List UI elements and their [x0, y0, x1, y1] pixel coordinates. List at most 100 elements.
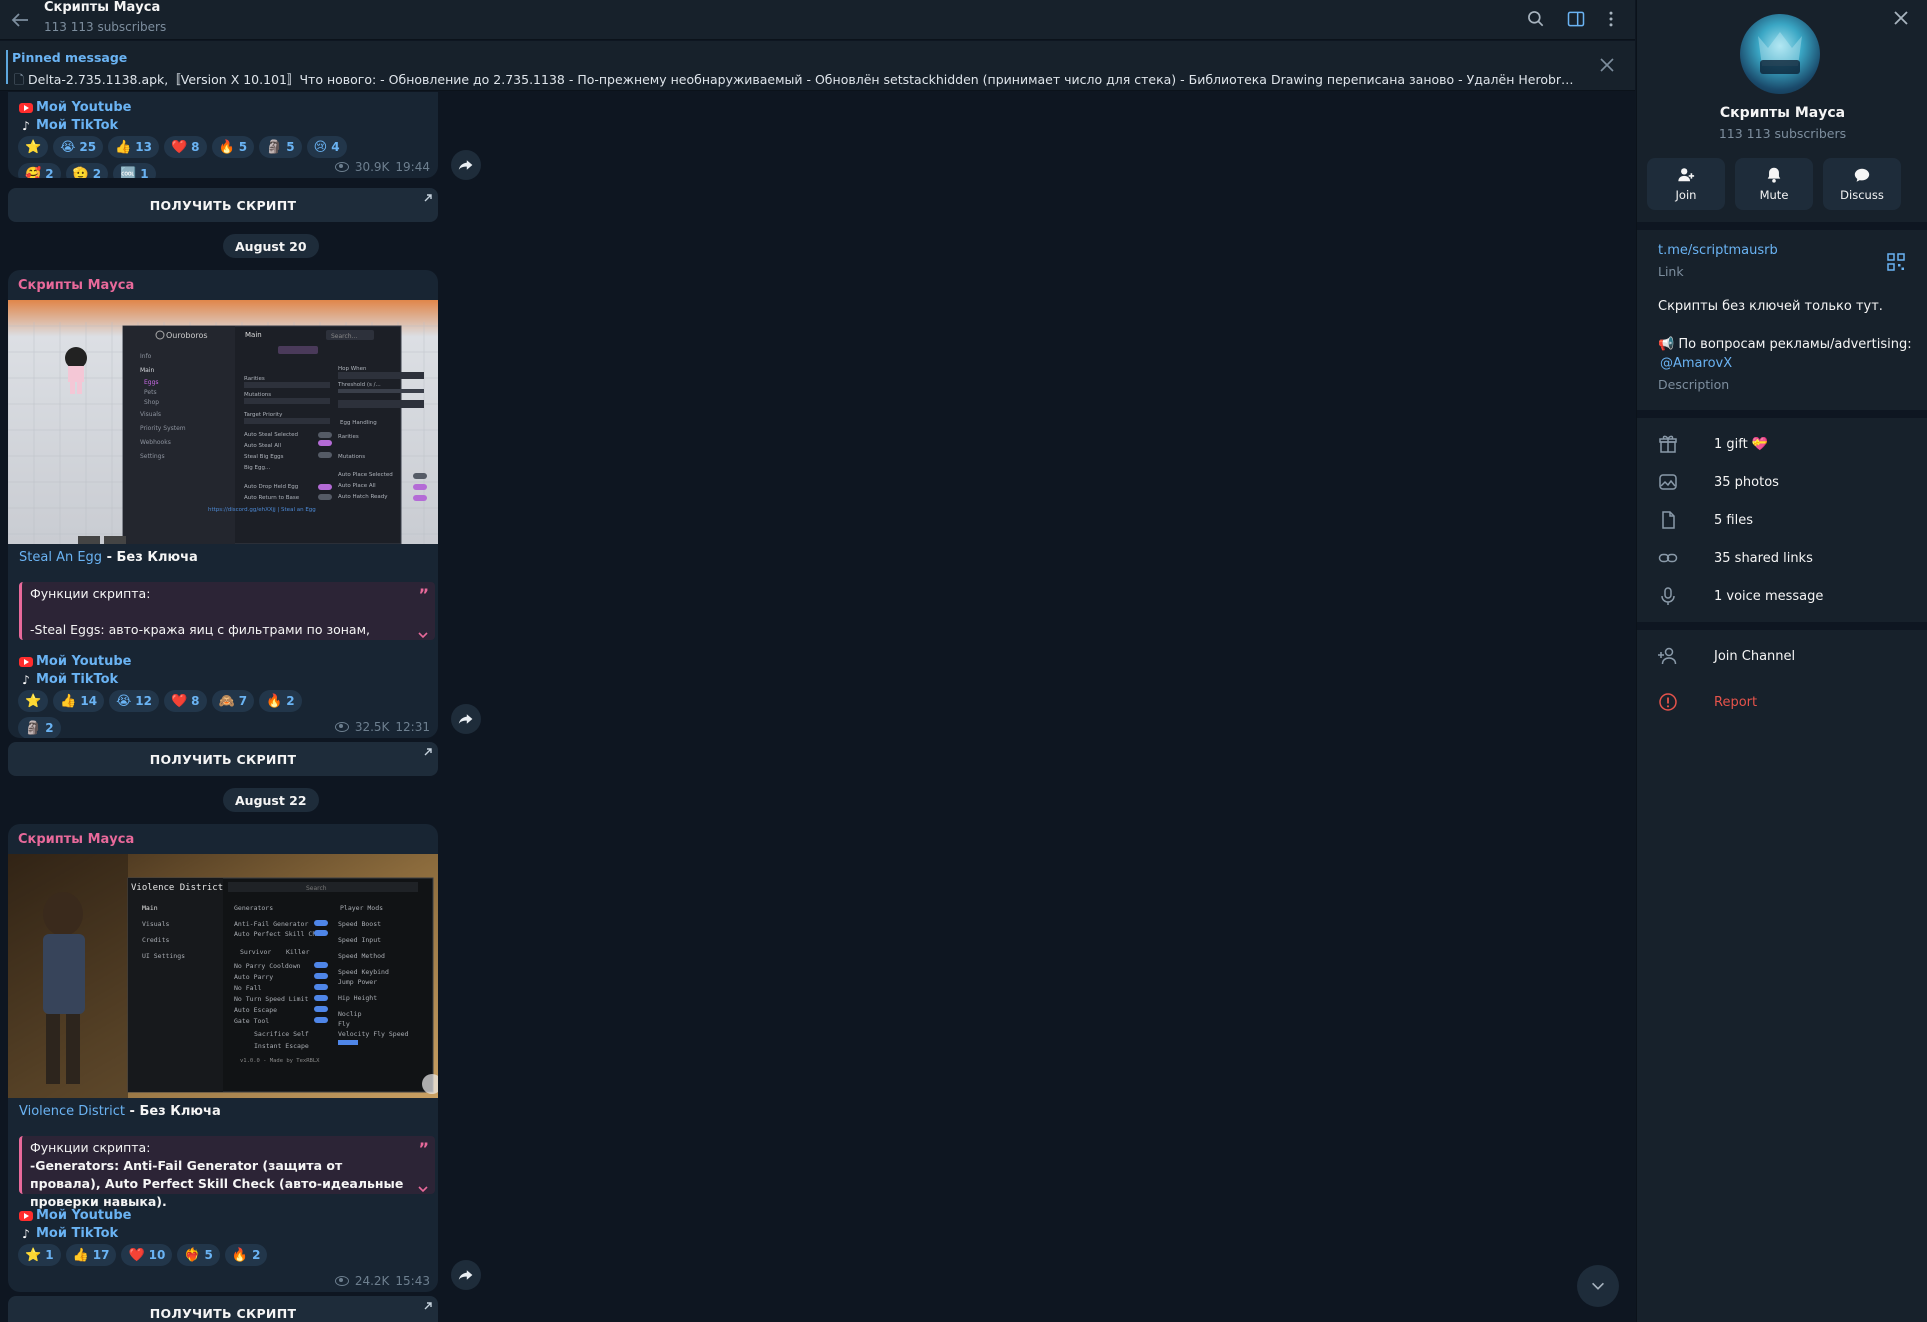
- report-label: Report: [1714, 694, 1758, 710]
- chat-feed[interactable]: Мой Youtube ♪ Мой TikTok ⭐ 😭 25 👍 13 ❤️ 8 🔥 5 🗿 5 😢…: [0, 92, 1635, 1322]
- pinned-message-bar[interactable]: Pinned message 🗋 Delta-2.735.1138.apk,〚V…: [0, 41, 1635, 91]
- reaction-pill[interactable]: 😢 4: [306, 136, 347, 158]
- shared-links-label: 35 shared links: [1714, 550, 1813, 566]
- channel-title[interactable]: Скрипты Мауса: [44, 0, 160, 15]
- reaction-count: 25: [79, 140, 97, 154]
- get-script-button[interactable]: ПОЛУЧИТЬ СКРИПТ: [8, 1296, 438, 1322]
- youtube-link[interactable]: Мой Youtube: [19, 1208, 132, 1223]
- svg-text:Auto Perfect Skill Ch: Auto Perfect Skill Ch: [234, 930, 316, 938]
- svg-text:Speed Input: Speed Input: [338, 936, 381, 944]
- panel-subscribers: 113 113 subscribers: [1718, 126, 1847, 141]
- reaction-pill[interactable]: 🥰 2: [18, 163, 61, 178]
- files-row[interactable]: 5 files: [1637, 501, 1927, 539]
- mute-button[interactable]: Mute: [1735, 158, 1813, 210]
- tiktok-link[interactable]: ♪ Мой TikTok: [19, 118, 118, 133]
- youtube-link[interactable]: Мой Youtube: [19, 654, 132, 669]
- reaction-emoji: 🔥: [231, 1247, 249, 1263]
- scroll-down-button[interactable]: [1577, 1265, 1619, 1307]
- channel-link[interactable]: t.me/scriptmausrb: [1658, 243, 1778, 258]
- sender-name[interactable]: Скрипты Мауса: [18, 832, 134, 847]
- caption-link[interactable]: Violence District: [19, 1104, 125, 1119]
- sidebar-toggle-icon[interactable]: [1563, 6, 1589, 32]
- quote-line: Функции скрипта:: [30, 1140, 151, 1155]
- reaction-pill[interactable]: 😭 25: [53, 136, 104, 158]
- reaction-pill[interactable]: ❤️ 8: [163, 690, 207, 712]
- youtube-link[interactable]: Мой Youtube: [19, 100, 132, 115]
- share-button[interactable]: [451, 704, 481, 734]
- photos-label: 35 photos: [1714, 474, 1779, 490]
- chevron-down-icon[interactable]: [417, 626, 429, 639]
- close-icon[interactable]: [1892, 9, 1910, 27]
- reaction-emoji: ❤️: [170, 693, 188, 709]
- svg-text:Instant Escape: Instant Escape: [254, 1042, 309, 1050]
- svg-text:Sacrifice Self: Sacrifice Self: [254, 1030, 309, 1038]
- mention-link[interactable]: @AmarovX: [1660, 356, 1732, 371]
- youtube-icon: [19, 1210, 33, 1221]
- link-icon: [1658, 548, 1678, 568]
- tiktok-link-label: Мой TikTok: [36, 672, 119, 687]
- reaction-pill[interactable]: 😭 12: [109, 690, 159, 712]
- voice-messages-row[interactable]: 1 voice message: [1637, 577, 1927, 615]
- search-icon[interactable]: [1523, 6, 1549, 32]
- get-script-label: ПОЛУЧИТЬ СКРИПТ: [149, 1305, 297, 1321]
- back-arrow-icon[interactable]: [8, 8, 32, 32]
- caption-link[interactable]: An Egg: [56, 550, 102, 565]
- caption-link[interactable]: Steal: [19, 550, 52, 565]
- post-image[interactable]: Ouroboros Main Search... Info Main Eggs …: [8, 300, 438, 544]
- tiktok-link[interactable]: ♪ Мой TikTok: [19, 1226, 118, 1241]
- svg-text:Killer: Killer: [286, 948, 310, 956]
- reaction-pill[interactable]: 🗿 5: [259, 136, 302, 158]
- post-image[interactable]: Violence District Search Main Visuals Cr…: [8, 854, 438, 1098]
- reaction-pill[interactable]: ⭐: [18, 136, 49, 158]
- files-label: 5 files: [1714, 512, 1753, 528]
- reaction-pill[interactable]: 🆒 1: [113, 163, 156, 178]
- get-script-button[interactable]: ПОЛУЧИТЬ СКРИПТ: [8, 188, 438, 222]
- reaction-count: 1: [45, 1248, 54, 1262]
- share-button[interactable]: [451, 150, 481, 180]
- reaction-pill[interactable]: 👍 14: [53, 690, 105, 712]
- youtube-link-label: Мой Youtube: [36, 100, 132, 115]
- more-menu-icon[interactable]: [1598, 6, 1624, 32]
- reaction-emoji: 😢: [313, 139, 328, 155]
- reaction-pill[interactable]: ❤️‍🔥 5: [177, 1244, 220, 1266]
- reaction-pill[interactable]: ❤️ 10: [121, 1244, 173, 1266]
- tiktok-link-label: Мой TikTok: [36, 118, 119, 133]
- reaction-pill[interactable]: 👍 17: [65, 1244, 117, 1266]
- tiktok-link[interactable]: ♪ Мой TikTok: [19, 672, 118, 687]
- gifts-row[interactable]: 1 gift 💝: [1637, 425, 1927, 463]
- report-row[interactable]: Report: [1637, 683, 1927, 721]
- bell-icon: [1767, 167, 1781, 183]
- photos-row[interactable]: 35 photos: [1637, 463, 1927, 501]
- reaction-pill[interactable]: ⭐: [18, 690, 49, 712]
- reaction-pill[interactable]: 🗿 2: [18, 717, 61, 738]
- reaction-pill[interactable]: ❤️ 8: [163, 136, 207, 158]
- join-channel-row[interactable]: Join Channel: [1637, 637, 1927, 675]
- chevron-down-icon[interactable]: [417, 1180, 429, 1193]
- date-separator: August 20: [223, 234, 319, 258]
- shared-links-row[interactable]: 35 shared links: [1637, 539, 1927, 577]
- reaction-pill[interactable]: 🔥 2: [259, 690, 302, 712]
- reaction-pill[interactable]: 👍 13: [108, 136, 159, 158]
- reaction-pill[interactable]: 🔥 5: [211, 136, 255, 158]
- join-label: Join: [1675, 188, 1697, 202]
- get-script-button[interactable]: ПОЛУЧИТЬ СКРИПТ: [8, 742, 438, 776]
- svg-text:Gate Tool: Gate Tool: [234, 1017, 269, 1025]
- quote-block[interactable]: Функции скрипта: -Steal Eggs: авто-кража…: [19, 582, 435, 640]
- message-time: 12:31: [395, 720, 430, 734]
- close-pinned-icon[interactable]: [1598, 56, 1616, 74]
- channel-avatar[interactable]: [1740, 14, 1820, 94]
- share-button[interactable]: [451, 1260, 481, 1290]
- join-button[interactable]: Join: [1647, 158, 1725, 210]
- reaction-pill[interactable]: ⭐ 1: [18, 1244, 61, 1266]
- reaction-pill[interactable]: 🙈 7: [211, 690, 255, 712]
- reaction-pill[interactable]: 🔥 2: [224, 1244, 268, 1266]
- svg-text:Speed Method: Speed Method: [338, 952, 385, 960]
- sender-name[interactable]: Скрипты Мауса: [18, 278, 134, 293]
- discuss-button[interactable]: Discuss: [1823, 158, 1901, 210]
- qr-code-icon[interactable]: [1887, 253, 1905, 271]
- tiktok-icon: ♪: [22, 672, 30, 687]
- reaction-pill[interactable]: 🫡 2: [65, 163, 109, 178]
- reaction-count: 5: [286, 140, 295, 154]
- quote-block[interactable]: Функции скрипта: -Generators: Anti-Fail …: [19, 1136, 435, 1209]
- photo-icon: [1658, 472, 1678, 492]
